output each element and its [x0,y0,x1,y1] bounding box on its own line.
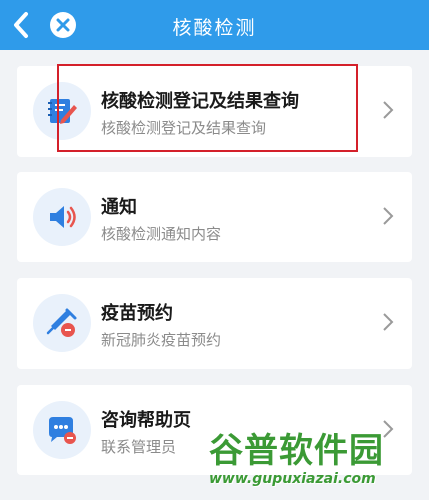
watermark-logo-text: 谷普软件园 [209,431,384,471]
item-subtitle: 联系管理员 [101,438,177,456]
chevron-right-icon [383,313,394,331]
chat-bubble-icon [49,417,76,444]
watermark-url: www.gupuxiazai.com [209,471,376,487]
page-title: 核酸检测 [172,17,257,39]
icon-circle [33,82,91,140]
list-item-vaccine-booking[interactable]: 疫苗预约 新冠肺炎疫苗预约 [17,278,412,369]
list-item-notice[interactable]: 通知 核酸检测通知内容 [17,172,412,262]
top-bar: 核酸检测 [0,0,429,50]
item-title: 通知 [101,197,137,218]
item-subtitle: 核酸检测通知内容 [101,225,222,243]
vaccine-syringe-icon [46,308,77,337]
item-subtitle: 核酸检测登记及结果查询 [101,119,267,137]
watermark: 谷普软件园 www.gupuxiazai.com [205,423,429,500]
chevron-right-icon [383,101,394,119]
list-item-nucleic-test-register[interactable]: 核酸检测登记及结果查询 核酸检测登记及结果查询 [17,66,412,157]
item-title: 疫苗预约 [101,303,173,324]
icon-circle [33,401,91,459]
chevron-right-icon [383,207,394,225]
icon-circle [33,294,91,352]
item-title: 核酸检测登记及结果查询 [101,91,299,112]
item-title: 咨询帮助页 [101,410,191,431]
speaker-icon [50,206,76,228]
edit-notebook-icon [48,99,77,124]
item-subtitle: 新冠肺炎疫苗预约 [101,331,222,349]
icon-circle [33,188,91,246]
